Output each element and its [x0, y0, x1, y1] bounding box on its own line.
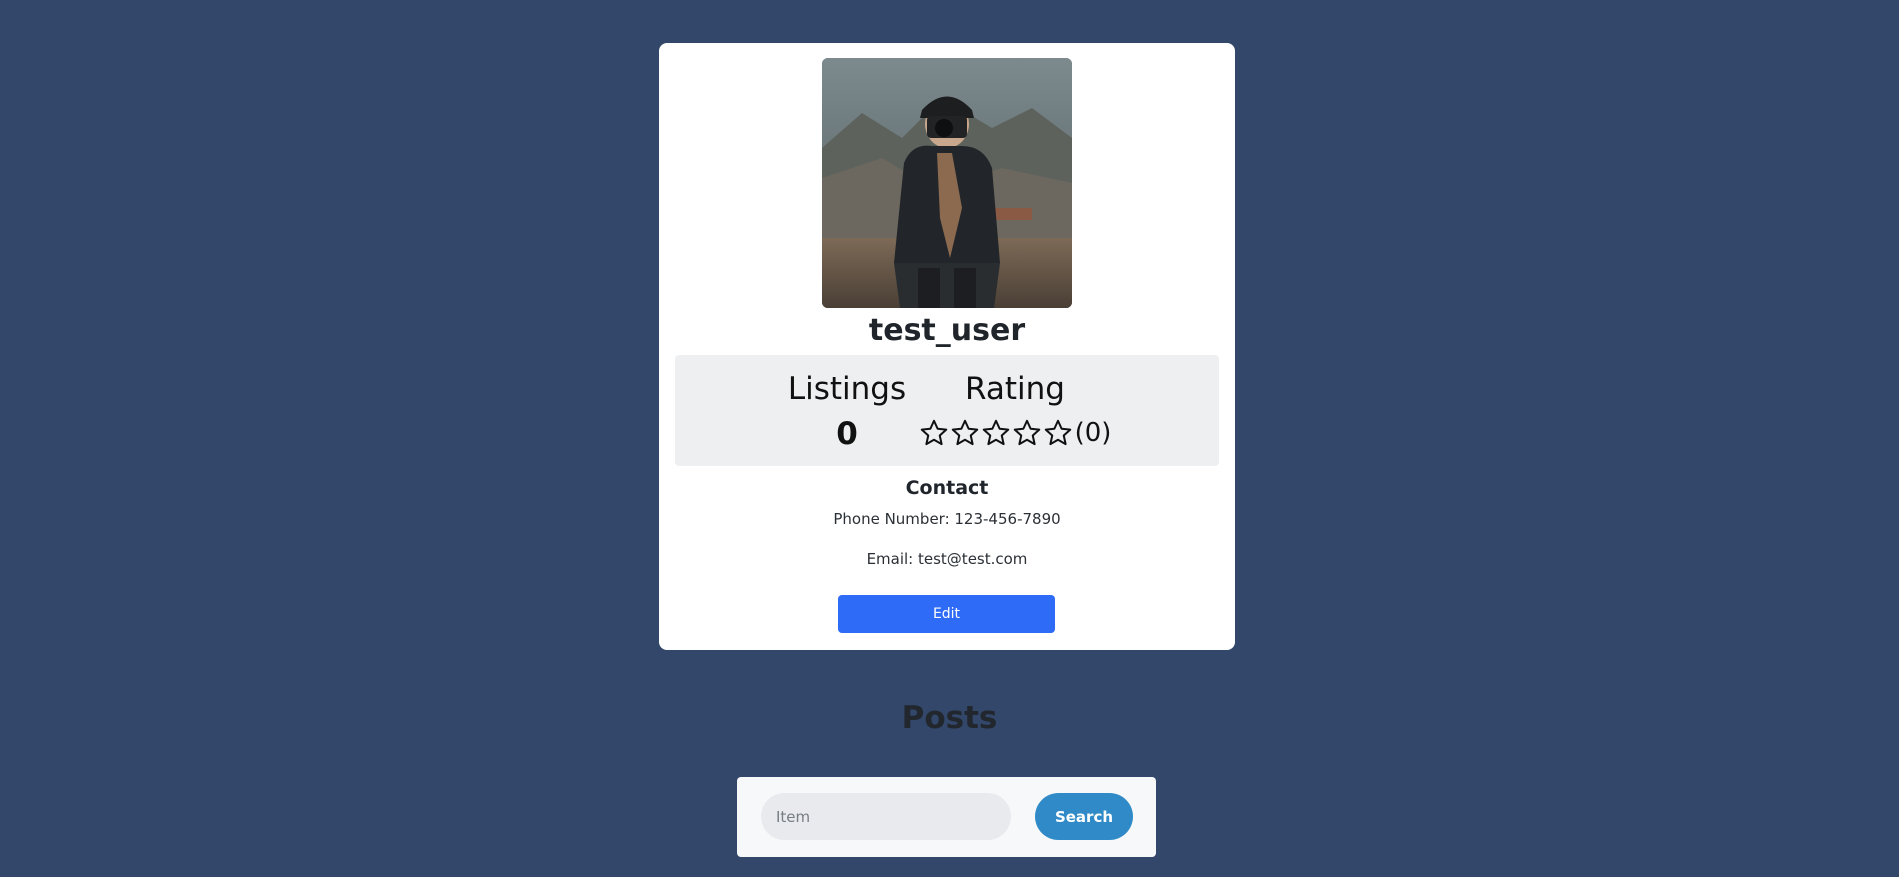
edit-button[interactable]: Edit: [838, 595, 1055, 633]
avatar: [822, 58, 1072, 308]
rating-stars: (0): [910, 413, 1120, 453]
contact-phone: Phone Number: 123-456-7890: [833, 510, 1061, 528]
avatar-photo: [822, 58, 1072, 308]
rating-stat: Rating (0): [910, 355, 1120, 453]
star-empty-icon: [982, 419, 1009, 446]
posts-heading: Posts: [901, 700, 998, 736]
search-bar: Search: [737, 777, 1156, 857]
star-empty-icon: [920, 419, 947, 446]
stats-panel: Listings 0 Rating (0): [675, 355, 1219, 466]
listings-stat: Listings 0: [787, 355, 907, 455]
star-empty-icon: [1013, 419, 1040, 446]
star-empty-icon: [951, 419, 978, 446]
page: test_user Listings 0 Rating (0) Contact …: [0, 0, 1899, 877]
profile-username: test_user: [868, 313, 1026, 348]
contact-heading: Contact: [905, 477, 989, 499]
search-input[interactable]: [761, 793, 1011, 840]
profile-card: test_user Listings 0 Rating (0) Contact …: [659, 43, 1235, 650]
search-button[interactable]: Search: [1035, 793, 1133, 840]
star-empty-icon: [1044, 419, 1071, 446]
listings-count: 0: [836, 416, 858, 452]
rating-label: Rating: [965, 371, 1065, 407]
listings-label: Listings: [787, 371, 907, 407]
contact-email: Email: test@test.com: [866, 550, 1028, 568]
rating-count: (0): [1074, 418, 1112, 448]
